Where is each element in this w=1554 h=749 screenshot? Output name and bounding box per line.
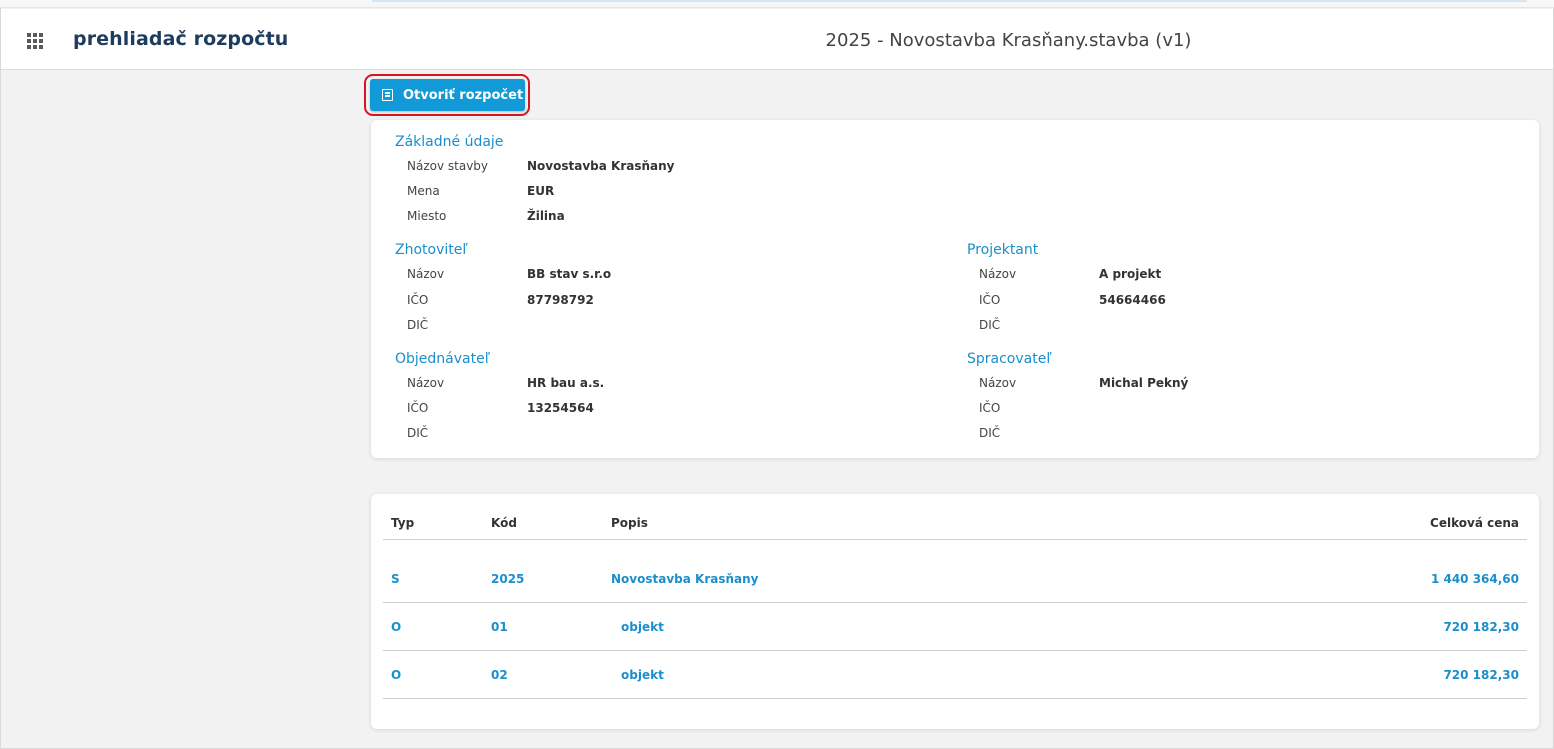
document-list-icon (382, 89, 393, 101)
section-processor-title: Spracovateľ (967, 351, 1052, 367)
field-label: Názov (407, 267, 445, 281)
cell-type: O (391, 620, 402, 634)
field-value: A projekt (1099, 267, 1162, 281)
cell-total: 1 440 364,60 (1430, 572, 1519, 586)
field-value: Žilina (527, 209, 565, 223)
field-value: 13254564 (527, 401, 594, 415)
header-divider (383, 539, 1527, 540)
top-accent-line (372, 0, 1527, 2)
document-title: 2025 - Novostavba Krasňany.stavba (v1) (825, 30, 1192, 51)
open-budget-button[interactable]: Otvoriť rozpočet (370, 79, 525, 111)
field-label: DIČ (407, 318, 429, 332)
section-contractor-title: Zhotoviteľ (395, 242, 468, 258)
field-label: IČO (979, 293, 1001, 307)
cell-code: 2025 (491, 572, 525, 586)
field-value: HR bau a.s. (527, 376, 605, 390)
budget-table-card: Typ Kód Popis Celková cena S 2025 Novost… (371, 494, 1539, 729)
field-value: 54664466 (1099, 293, 1166, 307)
field-value: Michal Pekný (1099, 376, 1189, 390)
open-budget-label: Otvoriť rozpočet (403, 87, 524, 103)
field-label: Mena (407, 184, 440, 198)
apps-grid-icon[interactable] (27, 33, 43, 49)
cell-type: O (391, 668, 402, 682)
field-label: IČO (407, 401, 429, 415)
row-divider (383, 602, 1527, 603)
column-header-description: Popis (611, 516, 648, 530)
section-client-title: Objednávateľ (395, 351, 490, 367)
field-label: IČO (407, 293, 429, 307)
field-label: Názov (979, 376, 1017, 390)
row-divider (383, 650, 1527, 651)
cell-total: 720 182,30 (1443, 620, 1519, 634)
column-header-type: Typ (391, 516, 415, 530)
column-header-total: Celková cena (1430, 516, 1519, 530)
cell-code: 02 (491, 668, 508, 682)
cell-code: 01 (491, 620, 508, 634)
field-label: DIČ (979, 318, 1001, 332)
section-designer-title: Projektant (967, 242, 1039, 258)
field-label: Miesto (407, 209, 447, 223)
app-title: prehliadač rozpočtu (73, 28, 289, 50)
app-header: prehliadač rozpočtu 2025 - Novostavba Kr… (1, 9, 1553, 70)
info-card: Základné údaje Názov stavby Novostavba K… (371, 120, 1539, 458)
field-value: 87798792 (527, 293, 594, 307)
field-label: DIČ (979, 426, 1001, 440)
cell-total: 720 182,30 (1443, 668, 1519, 682)
field-label: IČO (979, 401, 1001, 415)
cell-description[interactable]: objekt (621, 668, 664, 682)
field-label: Názov (979, 267, 1017, 281)
cell-type: S (391, 572, 400, 586)
field-value: BB stav s.r.o (527, 267, 612, 281)
row-divider (383, 698, 1527, 699)
cell-description[interactable]: objekt (621, 620, 664, 634)
cell-description[interactable]: Novostavba Krasňany (611, 572, 758, 586)
field-value: EUR (527, 184, 555, 198)
section-basic-title: Základné údaje (395, 134, 504, 150)
field-value: Novostavba Krasňany (527, 159, 675, 173)
field-label: DIČ (407, 426, 429, 440)
column-header-code: Kód (491, 516, 517, 530)
field-label: Názov stavby (407, 159, 489, 173)
field-label: Názov (407, 376, 445, 390)
